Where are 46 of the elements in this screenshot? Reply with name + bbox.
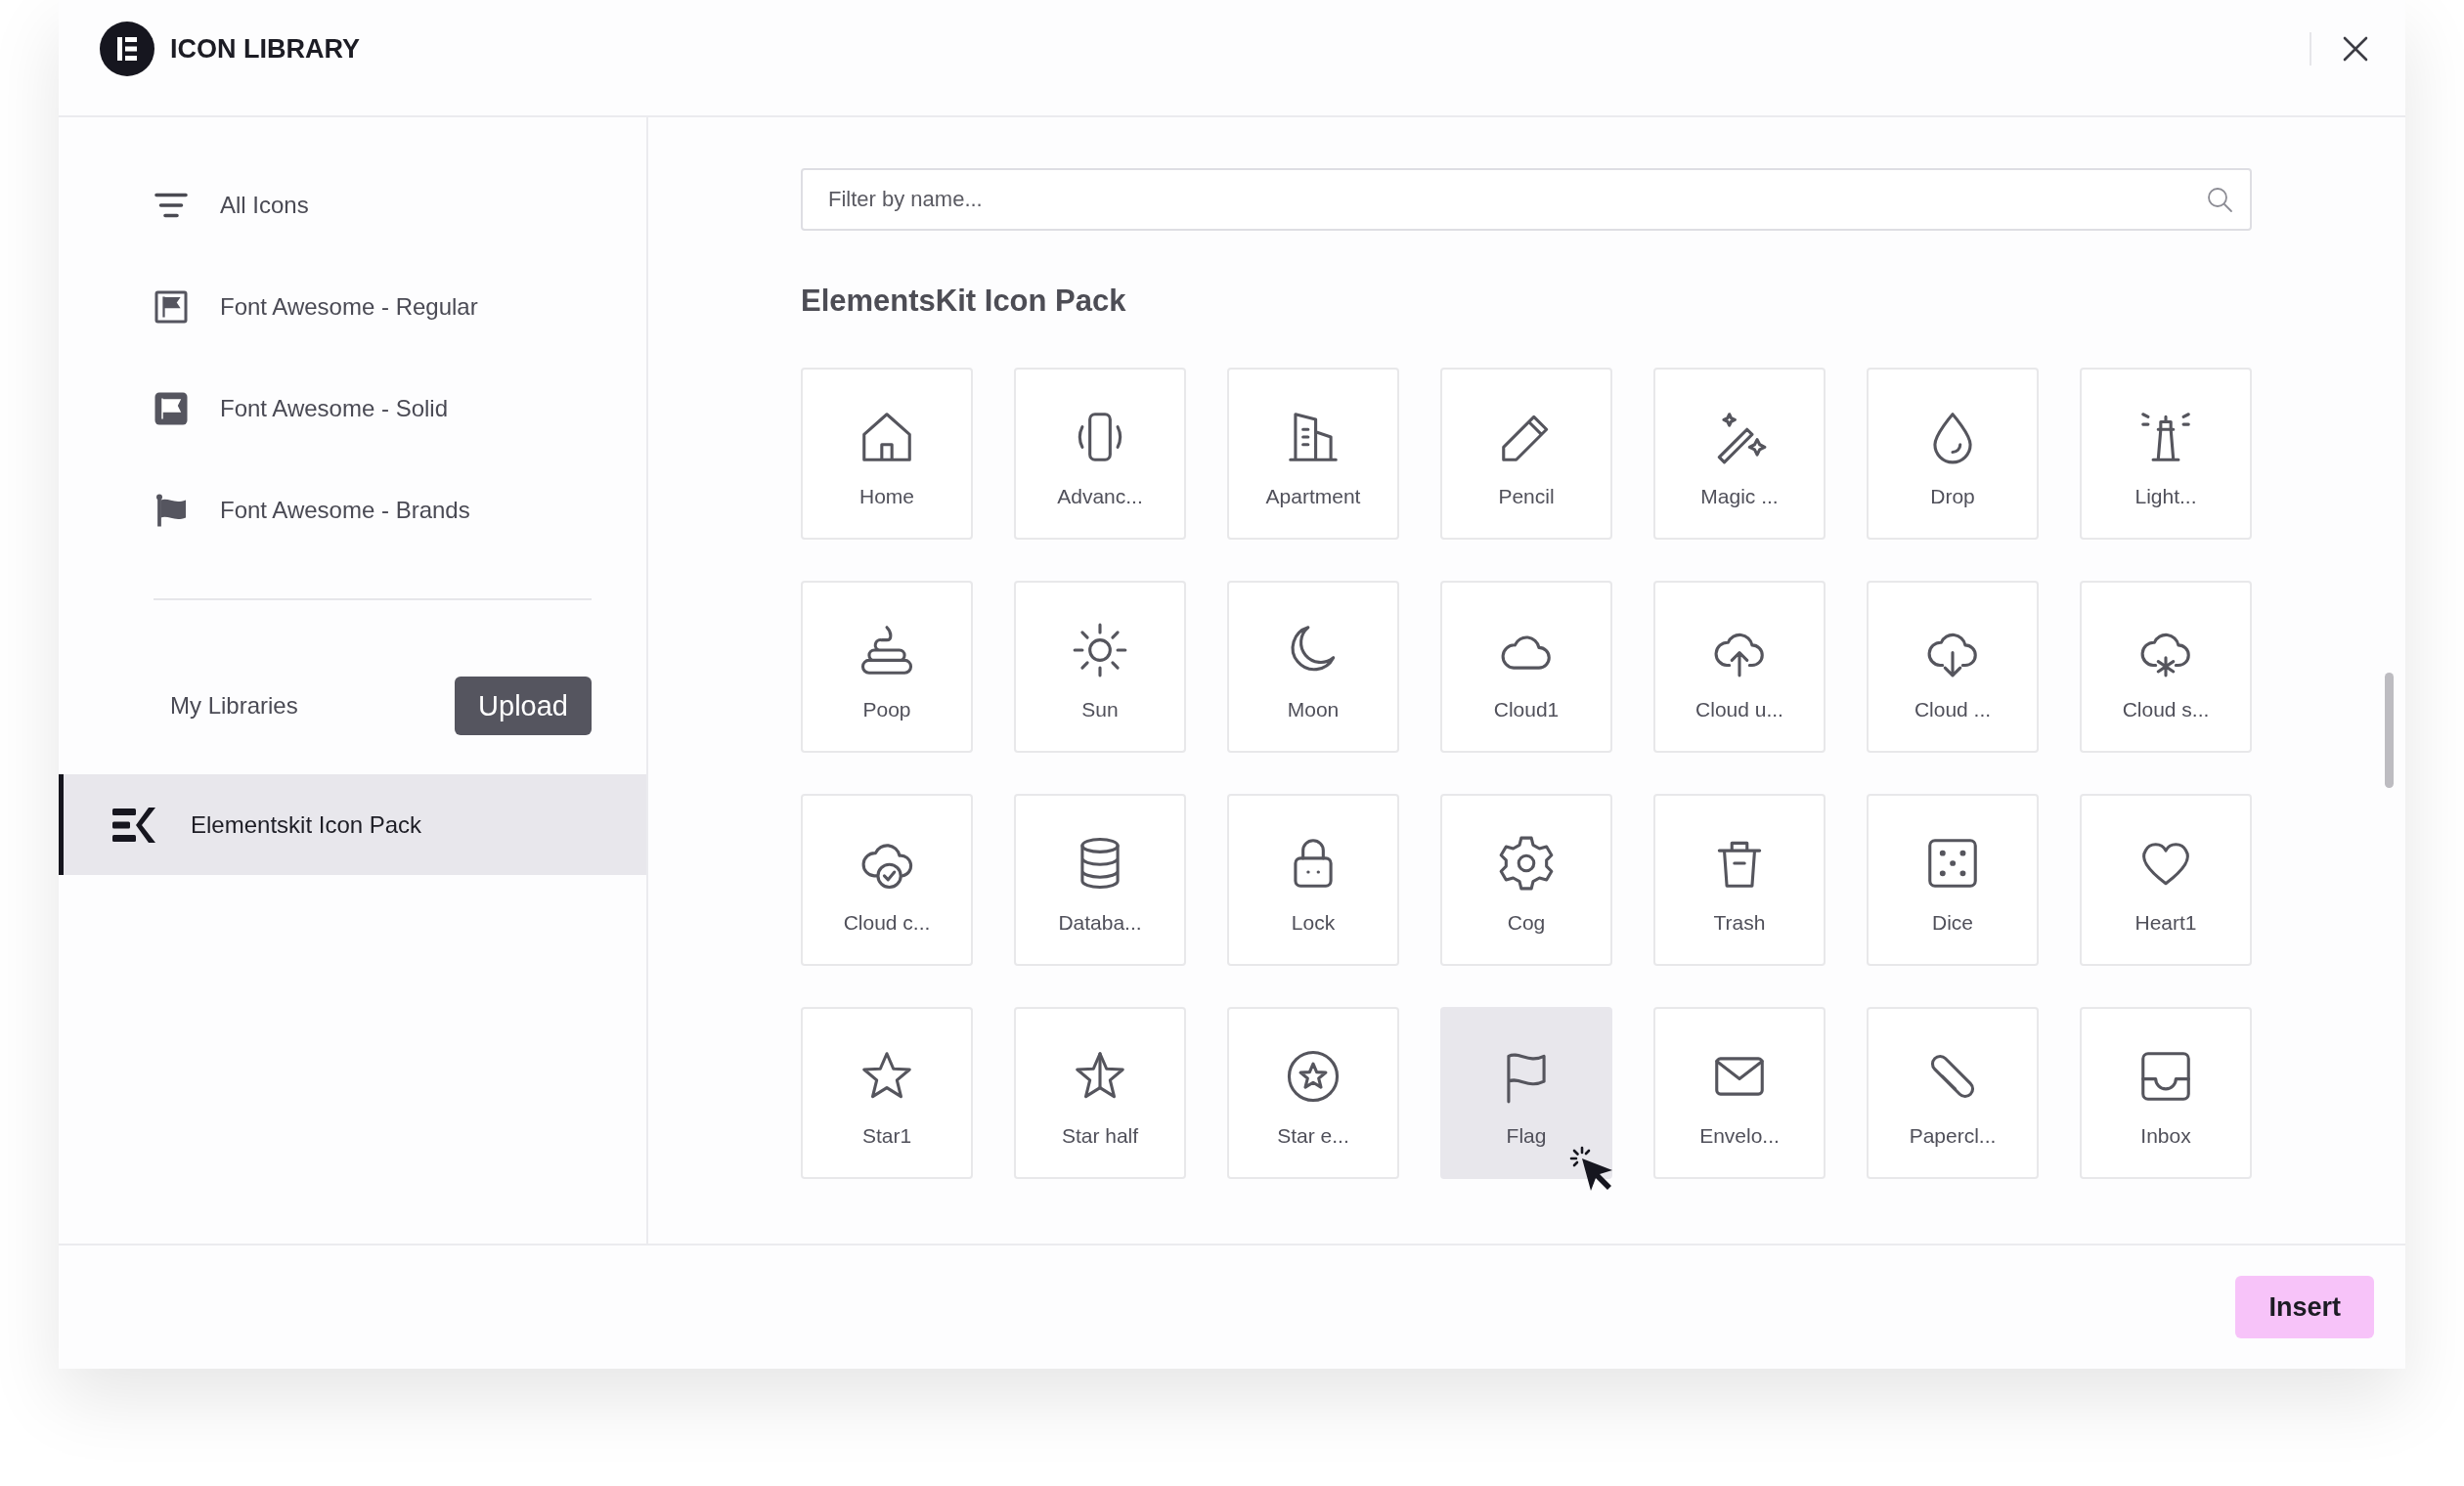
upload-button[interactable]: Upload [455,677,592,735]
icon-tile[interactable]: Poop [801,581,973,753]
section-label: My Libraries [170,692,298,720]
library-item[interactable]: Elementskit Icon Pack [59,774,646,875]
icon-tile[interactable]: Cloud c... [801,794,973,966]
flag-square-icon [154,391,189,426]
icon-tile[interactable]: Advanc... [1014,368,1186,540]
icon-tile[interactable]: Sun [1014,581,1186,753]
icon-tile[interactable]: Envelo... [1653,1007,1826,1179]
icon-tile[interactable]: Databa... [1014,794,1186,966]
icon-tile[interactable]: Moon [1227,581,1399,753]
icon-tile[interactable]: Apartment [1227,368,1399,540]
dialog-title: ICON LIBRARY [170,33,360,65]
ek-logo-icon [112,805,157,845]
icon-tile[interactable]: Drop [1867,368,2039,540]
logo-icon [100,22,154,76]
sidebar-item[interactable]: Font Awesome - Regular [59,256,646,358]
icon-tile[interactable]: Trash [1653,794,1826,966]
search-field[interactable]: Filter by name... [801,168,2252,231]
section-heading: ElementsKit Icon Pack [801,283,1127,320]
icon-tile[interactable]: Star e... [1227,1007,1399,1179]
icon-tile[interactable]: Flag [1440,1007,1612,1179]
icon-tile[interactable]: Cog [1440,794,1612,966]
icon-tile[interactable]: Heart1 [2080,794,2252,966]
sidebar-item[interactable]: Font Awesome - Brands [59,459,646,561]
flag-icon [154,493,189,528]
flag-outline-icon [154,289,189,325]
sidebar-item[interactable]: Font Awesome - Solid [59,358,646,459]
icon-tile[interactable]: Dice [1867,794,2039,966]
icon-tile[interactable]: Pencil [1440,368,1612,540]
icon-tile[interactable]: Magic ... [1653,368,1826,540]
icon-tile[interactable]: Star1 [801,1007,973,1179]
icon-tile[interactable]: Home [801,368,973,540]
sidebar-item[interactable]: All Icons [59,154,646,256]
search-icon [2205,185,2234,214]
icon-tile[interactable]: Light... [2080,368,2252,540]
icon-tile[interactable]: Lock [1227,794,1399,966]
icon-tile[interactable]: Inbox [2080,1007,2252,1179]
icon-tile[interactable]: Star half [1014,1007,1186,1179]
icon-tile[interactable]: Papercl... [1867,1007,2039,1179]
icon-tile[interactable]: Cloud1 [1440,581,1612,753]
icon-tile[interactable]: Cloud u... [1653,581,1826,753]
icon-tile[interactable]: Cloud ... [1867,581,2039,753]
scrollbar[interactable] [2385,673,2394,788]
insert-button[interactable]: Insert [2235,1276,2374,1338]
icon-tile[interactable]: Cloud s... [2080,581,2252,753]
